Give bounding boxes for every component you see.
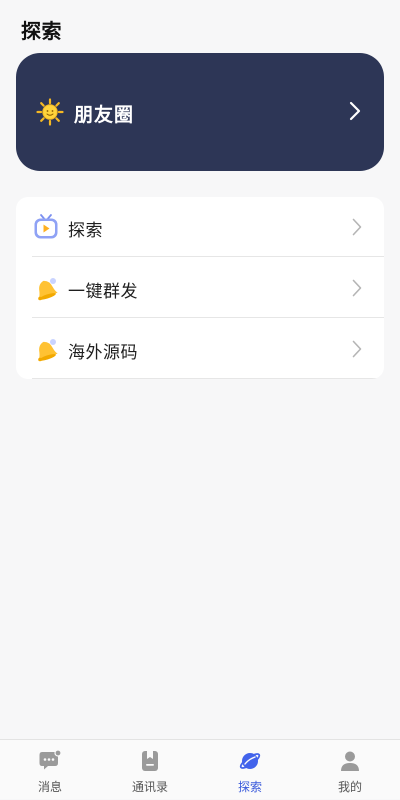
bottom-tab-bar: 消息 通讯录 探索 我的 bbox=[0, 739, 400, 799]
tab-label: 探索 bbox=[237, 780, 262, 794]
chevron-right-icon bbox=[349, 101, 361, 121]
list-item-broadcast[interactable]: 一键群发 bbox=[16, 258, 384, 318]
divider bbox=[32, 256, 384, 257]
list-item-label: 海外源码 bbox=[68, 343, 138, 363]
chat-icon bbox=[39, 750, 61, 770]
tv-play-icon bbox=[34, 214, 58, 239]
chevron-right-icon bbox=[352, 279, 362, 297]
bell-icon bbox=[38, 339, 58, 362]
list-item-explore[interactable]: 探索 bbox=[16, 197, 384, 257]
moments-label: 朋友圈 bbox=[74, 104, 135, 126]
divider bbox=[32, 378, 384, 379]
tab-contacts[interactable]: 通讯录 bbox=[100, 740, 200, 800]
tab-label: 消息 bbox=[37, 780, 62, 794]
tab-profile[interactable]: 我的 bbox=[300, 740, 400, 800]
moments-card[interactable]: 朋友圈 bbox=[16, 53, 384, 171]
tab-label: 我的 bbox=[337, 780, 362, 794]
planet-icon bbox=[239, 753, 261, 769]
contacts-icon bbox=[142, 751, 158, 771]
bell-icon bbox=[38, 278, 58, 301]
tab-explore[interactable]: 探索 bbox=[200, 740, 300, 800]
tab-messages[interactable]: 消息 bbox=[0, 740, 100, 800]
chevron-right-icon bbox=[352, 340, 362, 358]
person-icon bbox=[341, 751, 359, 771]
tab-label: 通讯录 bbox=[131, 780, 168, 794]
list-item-label: 探索 bbox=[68, 221, 103, 241]
list-item-overseas-source[interactable]: 海外源码 bbox=[16, 319, 384, 379]
list-item-label: 一键群发 bbox=[68, 282, 138, 302]
divider bbox=[32, 317, 384, 318]
menu-list: 探索 一键群发 海外源码 bbox=[16, 197, 384, 379]
sun-icon bbox=[36, 98, 64, 126]
page-title: 探索 bbox=[21, 19, 62, 43]
chevron-right-icon bbox=[352, 218, 362, 236]
